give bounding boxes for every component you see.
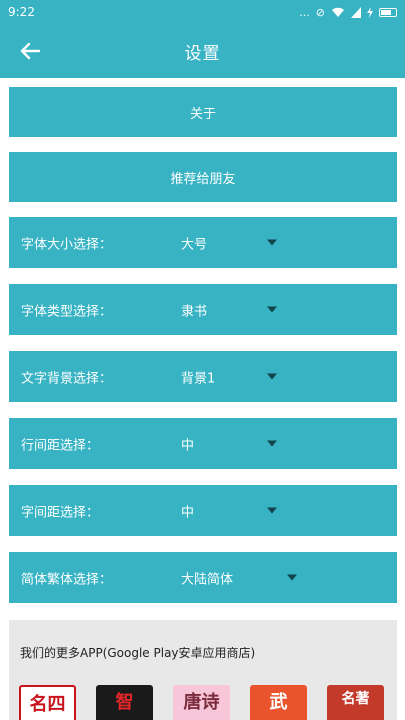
more-apps-list: 名四 智 唐诗 武 名著 <box>19 685 384 720</box>
arrow-left-icon <box>20 42 40 60</box>
setting-label: 字体类型选择： <box>21 304 113 319</box>
setting-row-line-spacing: 行间距选择： 中 <box>9 418 397 469</box>
about-button[interactable]: 关于 <box>9 87 397 137</box>
more-apps-title: 我们的更多APP(Google Play安卓应用商店) <box>20 646 256 660</box>
setting-label: 字间距选择： <box>21 505 100 520</box>
chevron-down-icon <box>267 306 277 313</box>
charging-icon <box>367 6 373 18</box>
chevron-down-icon <box>267 440 277 447</box>
signal-dots-icon: ... <box>299 5 310 19</box>
text-background-dropdown[interactable]: 背景1 <box>181 367 277 386</box>
status-time: 9:22 <box>8 5 35 19</box>
app-glyph: 智 <box>115 692 134 713</box>
letter-spacing-dropdown[interactable]: 中 <box>181 501 277 520</box>
wisdom-icon[interactable]: 智 <box>96 685 153 720</box>
status-icons: ... ⊘ <box>299 6 397 19</box>
app-glyph: 唐诗 <box>183 692 220 713</box>
chevron-down-icon <box>267 507 277 514</box>
martial-icon[interactable]: 武 <box>250 685 307 720</box>
setting-row-font-type: 字体类型选择： 隶书 <box>9 284 397 335</box>
signal-icon <box>351 6 361 18</box>
chevron-down-icon <box>287 574 297 581</box>
wifi-icon <box>332 7 344 17</box>
setting-label: 文字背景选择： <box>21 371 113 386</box>
chevron-down-icon <box>267 239 277 246</box>
dropdown-value: 大陆简体 <box>181 572 234 587</box>
app-bar: 设置 <box>0 24 405 78</box>
settings-content: 关于 推荐给朋友 字体大小选择： 大号 字体类型选择： 隶书 文字背景选择： 背… <box>0 78 405 720</box>
tang-poetry-icon[interactable]: 唐诗 <box>173 685 230 720</box>
mute-icon: ⊘ <box>315 5 325 19</box>
app-glyph: 武 <box>269 692 288 713</box>
status-bar: 9:22 ... ⊘ <box>0 0 405 24</box>
font-size-dropdown[interactable]: 大号 <box>181 233 277 252</box>
dropdown-value: 中 <box>181 505 195 520</box>
setting-row-text-background: 文字背景选择： 背景1 <box>9 351 397 402</box>
setting-label: 简体繁体选择： <box>21 572 113 587</box>
dropdown-value: 隶书 <box>181 304 208 319</box>
more-apps-panel: 我们的更多APP(Google Play安卓应用商店) 名四 智 唐诗 武 名著 <box>9 620 397 720</box>
setting-row-font-size: 字体大小选择： 大号 <box>9 217 397 268</box>
page-title: 设置 <box>184 43 221 64</box>
app-glyph: 名著 <box>341 691 370 707</box>
battery-icon <box>379 7 397 17</box>
setting-row-simplified-traditional: 简体繁体选择： 大陆简体 <box>9 552 397 603</box>
setting-row-letter-spacing: 字间距选择： 中 <box>9 485 397 536</box>
app-glyph: 名四 <box>29 694 66 715</box>
dropdown-value: 中 <box>181 438 195 453</box>
back-button[interactable] <box>18 37 42 65</box>
dropdown-value: 背景1 <box>181 371 216 386</box>
famous-four-icon[interactable]: 名四 <box>19 685 76 720</box>
dropdown-value: 大号 <box>181 237 208 252</box>
simplified-traditional-dropdown[interactable]: 大陆简体 <box>181 568 297 587</box>
setting-label: 行间距选择： <box>21 438 100 453</box>
font-type-dropdown[interactable]: 隶书 <box>181 300 277 319</box>
recommend-to-friends-button[interactable]: 推荐给朋友 <box>9 152 397 202</box>
masterpiece-book-icon[interactable]: 名著 <box>327 685 384 720</box>
setting-label: 字体大小选择： <box>21 237 113 252</box>
line-spacing-dropdown[interactable]: 中 <box>181 434 277 453</box>
chevron-down-icon <box>267 373 277 380</box>
